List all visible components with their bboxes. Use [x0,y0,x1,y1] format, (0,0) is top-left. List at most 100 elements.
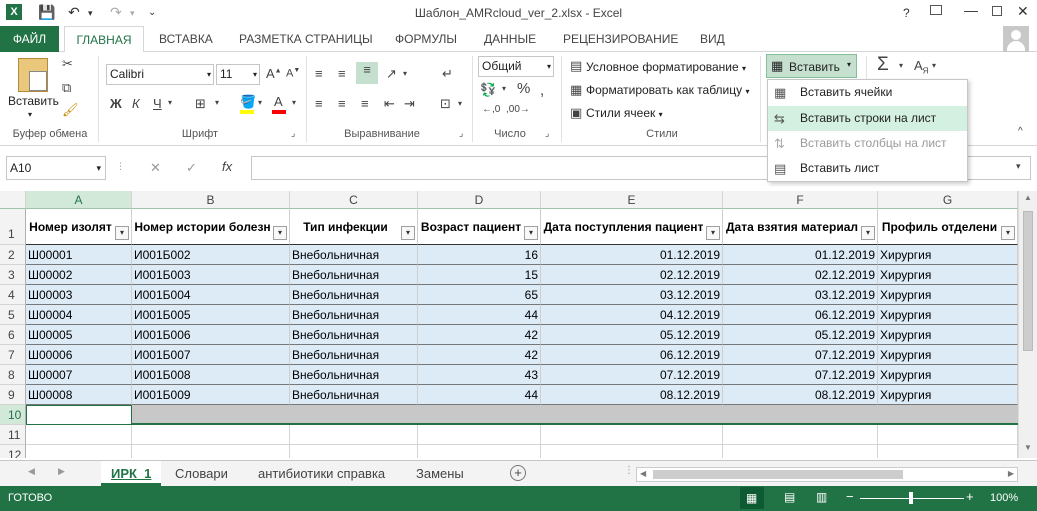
empty-cell[interactable] [290,425,418,445]
tab-formulas[interactable]: ФОРМУЛЫ [395,26,457,52]
tab-data[interactable]: ДАННЫЕ [484,26,536,52]
table-cell[interactable]: Ш00002 [26,265,132,285]
table-cell[interactable]: И001Б007 [132,345,290,365]
table-cell[interactable]: 65 [418,285,541,305]
table-cell[interactable]: Хирургия [878,385,1018,405]
row-header[interactable]: 2 [0,245,26,265]
comma-style-icon[interactable]: , [540,82,544,99]
table-cell[interactable]: И001Б006 [132,325,290,345]
empty-cell[interactable] [418,425,541,445]
font-launcher-icon[interactable]: ⌟ [291,128,295,139]
empty-cell[interactable] [541,445,723,458]
paste-button[interactable]: Вставить [8,94,59,108]
table-header-cell[interactable]: Номер истории болезн ▾ [132,209,290,245]
fill-color-icon[interactable]: 🪣 [240,94,256,110]
sheet-tab-antibiotics[interactable]: антибиотики справка [248,461,395,486]
borders-dropdown-icon[interactable]: ▾ [215,98,219,107]
cancel-entry-icon[interactable]: ✕ [150,160,161,176]
tab-insert[interactable]: ВСТАВКА [159,26,213,52]
table-cell[interactable]: 44 [418,305,541,325]
column-header[interactable]: C [290,191,418,209]
font-color-dropdown-icon[interactable]: ▾ [292,98,296,107]
sheet-next-icon[interactable]: ▶ [58,466,65,477]
table-cell[interactable]: И001Б008 [132,365,290,385]
table-cell[interactable]: Ш00008 [26,385,132,405]
italic-icon[interactable]: К [132,96,140,111]
align-top-icon[interactable]: ≡ [315,66,323,81]
table-cell[interactable]: Хирургия [878,285,1018,305]
table-cell[interactable]: Ш00006 [26,345,132,365]
table-cell[interactable]: 05.12.2019 [541,325,723,345]
font-color-icon[interactable]: A [274,94,283,109]
menu-item-insert-rows[interactable]: ⇆ Вставить строки на лист [768,106,967,131]
empty-cell[interactable] [26,425,132,445]
selected-row[interactable] [26,405,1018,425]
table-cell[interactable]: 42 [418,325,541,345]
table-cell[interactable]: 01.12.2019 [541,245,723,265]
table-cell[interactable]: И001Б005 [132,305,290,325]
table-cell[interactable]: Хирургия [878,345,1018,365]
align-left-icon[interactable]: ≡ [315,96,323,111]
decrease-decimal-icon[interactable]: ,00→ [506,104,530,115]
table-header-cell[interactable]: Профиль отделени ▾ [878,209,1018,245]
table-cell[interactable]: Хирургия [878,365,1018,385]
table-cell[interactable]: Хирургия [878,305,1018,325]
orientation-icon[interactable]: ↗ [386,66,397,82]
table-cell[interactable]: 08.12.2019 [541,385,723,405]
add-sheet-icon[interactable]: + [510,465,526,481]
sheet-prev-icon[interactable]: ◀ [28,466,35,477]
table-cell[interactable]: И001Б002 [132,245,290,265]
expand-formula-icon[interactable]: ▾ [1016,161,1021,172]
cell-styles-button[interactable]: Стили ячеек ▾ [586,106,663,120]
table-cell[interactable]: 08.12.2019 [723,385,878,405]
bold-icon[interactable]: Ж [110,96,122,111]
row-header[interactable]: 1 [0,209,26,245]
table-cell[interactable]: 44 [418,385,541,405]
view-page-layout-icon[interactable]: ▤ [784,490,795,504]
table-cell[interactable]: И001Б004 [132,285,290,305]
column-header[interactable]: B [132,191,290,209]
empty-cell[interactable] [723,425,878,445]
autosum-dropdown-icon[interactable]: ▾ [899,61,903,70]
table-cell[interactable]: И001Б009 [132,385,290,405]
table-header-cell[interactable]: Тип инфекции ▾ [290,209,418,245]
empty-cell[interactable] [878,445,1018,458]
table-cell[interactable]: Ш00001 [26,245,132,265]
table-cell[interactable]: Хирургия [878,245,1018,265]
column-header[interactable]: G [878,191,1018,209]
table-header-cell[interactable]: Дата поступления пациент ▾ [541,209,723,245]
table-cell[interactable]: 04.12.2019 [541,305,723,325]
insert-cells-button[interactable]: ▦ Вставить ▾ [766,54,857,78]
menu-item-insert-cells[interactable]: ▦ Вставить ячейки [768,80,967,105]
vertical-scrollbar[interactable]: ▲ ▼ [1018,191,1037,458]
align-middle-icon[interactable]: ≡ [338,66,346,81]
autosum-icon[interactable]: Σ [877,54,889,76]
confirm-entry-icon[interactable]: ✓ [186,160,197,176]
orientation-dropdown-icon[interactable]: ▾ [403,69,407,78]
column-header[interactable]: F [723,191,878,209]
sheet-tab-replacements[interactable]: Замены [406,461,474,486]
table-cell[interactable]: Внебольничная [290,385,418,405]
tab-view[interactable]: ВИД [700,26,725,52]
table-cell[interactable]: 02.12.2019 [723,265,878,285]
row-header[interactable]: 3 [0,265,26,285]
merge-dropdown-icon[interactable]: ▾ [458,99,462,108]
empty-cell[interactable] [132,425,290,445]
empty-cell[interactable] [132,445,290,458]
row-header[interactable]: 6 [0,325,26,345]
increase-font-icon[interactable]: A▲ [266,66,282,81]
view-normal-button[interactable]: ▦ [740,487,764,509]
align-right-icon[interactable]: ≡ [361,96,369,111]
paste-dropdown-icon[interactable]: ▾ [28,110,32,119]
filter-dropdown-icon[interactable]: ▾ [706,226,720,240]
table-cell[interactable]: 16 [418,245,541,265]
table-cell[interactable]: 06.12.2019 [541,345,723,365]
column-header[interactable]: E [541,191,723,209]
paste-icon[interactable] [18,58,48,92]
row-header[interactable]: 8 [0,365,26,385]
empty-cell[interactable] [418,445,541,458]
active-cell[interactable] [26,405,132,425]
font-size-select[interactable]: 11 ▾ [216,64,260,85]
decrease-font-icon[interactable]: A▼ [286,67,300,80]
sheet-tab-irk1[interactable]: ИРК_1 [101,461,162,486]
